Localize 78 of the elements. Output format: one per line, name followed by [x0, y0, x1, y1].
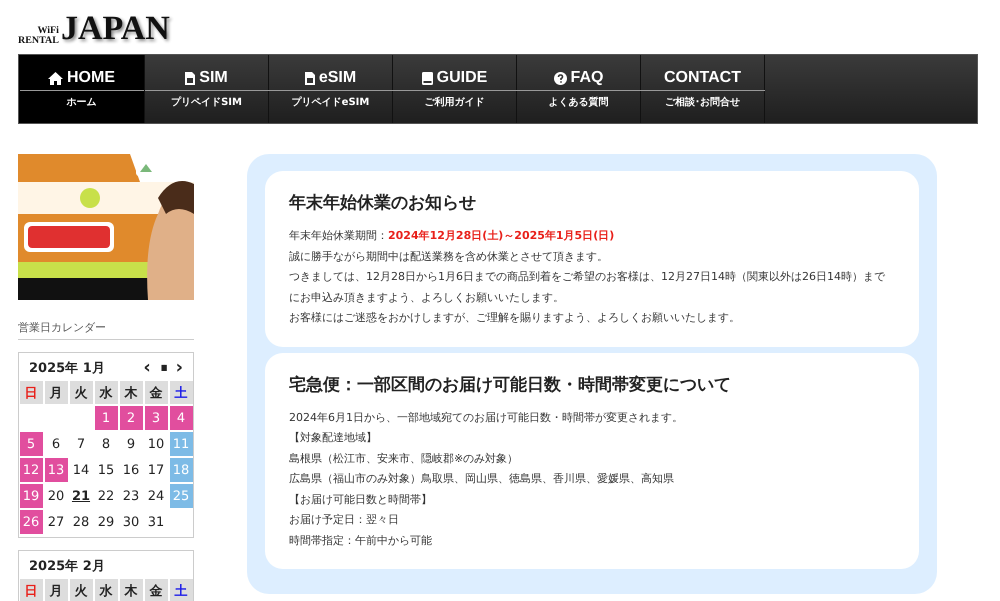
notice-text: 広島県（福山市のみ対象）鳥取県、岡山県、徳島県、香川県、愛媛県、高知県 [289, 471, 675, 487]
calendar-day: 5 [20, 432, 42, 456]
nav-tab[interactable]: SIM プリペイドSIM [145, 55, 269, 123]
calendar-month: 2025年 1月 [29, 360, 105, 377]
calendar-day: 21 [70, 484, 92, 508]
home-icon [48, 72, 63, 84]
nav-tab[interactable]: FAQ よくある質問 [517, 55, 641, 123]
calendar-day: 3 [144, 406, 168, 430]
book-icon [422, 72, 433, 84]
weekday-header: 水 [94, 579, 118, 601]
calendar-day: 6 [44, 432, 68, 456]
weekday-header: 火 [70, 579, 92, 601]
notice-text: 誠に勝手ながら期間中は配送業務を含め休業とさせて頂きます。 [289, 248, 609, 264]
calendar-day: 19 [20, 484, 42, 508]
calendar-day: 11 [170, 432, 192, 456]
nav-tab[interactable]: GUIDE ご利用ガイド [393, 55, 517, 123]
calendar-day: 25 [170, 484, 192, 508]
weekday-header: 水 [94, 381, 118, 404]
notice-text: 【お届け可能日数と時間帯】 [289, 492, 433, 508]
calendar-month: 2025年 2月 [29, 558, 105, 575]
notice-text: つきましては、12月28日から1月6日までの商品到着をご希望のお客様は、12月27日14時（関東以外は26日14時）までにお申込み頂きますよう、よろしくお願いいたします。 [289, 269, 886, 306]
calendar-day: 22 [94, 484, 118, 508]
weekday-header: 火 [70, 381, 92, 404]
calendar-day: 31 [144, 510, 168, 534]
notice-text: お客様にはご迷惑をおかけしますが、ご理解を賜りますよう、よろしくお願いいたします。 [289, 310, 741, 326]
calendar-day: 24 [144, 484, 168, 508]
calendar-day: 16 [120, 458, 142, 482]
calendar-day: 4 [170, 406, 192, 430]
sim-card-icon [304, 72, 315, 84]
notice-text: 【対象配達地域】 [289, 430, 378, 446]
calendar-day: 8 [94, 432, 118, 456]
weekday-header: 月 [44, 381, 68, 404]
weekday-header: 日 [20, 579, 42, 601]
calendar-day: 20 [44, 484, 68, 508]
calendar-day: 1 [94, 406, 118, 430]
weekday-header: 金 [144, 579, 168, 601]
notice-text: 時間帯指定：午前中から可能 [289, 532, 433, 548]
nav-tab[interactable]: CONTACT ご相談･お問合せ [641, 55, 765, 123]
weekday-header: 金 [144, 381, 168, 404]
nav-tab[interactable]: eSIM プリペイドeSIM [269, 55, 393, 123]
help-icon [554, 72, 567, 84]
notice-text: 年末年始休業期間：2024年12月28日(土)～2025年1月5日(日) [289, 228, 616, 244]
sim-card-icon [185, 72, 196, 84]
calendar-day: 14 [70, 458, 92, 482]
weekday-header: 日 [20, 381, 42, 404]
notice-title: 年末年始休業のお知らせ [289, 192, 477, 214]
calendar-day: 9 [120, 432, 142, 456]
calendar-day: 18 [170, 458, 192, 482]
calendar-day: 15 [94, 458, 118, 482]
calendar-day: 26 [20, 510, 42, 534]
weekday-header: 月 [44, 579, 68, 601]
weekday-header: 土 [170, 579, 192, 601]
calendar-day: 17 [144, 458, 168, 482]
calendar-day: 10 [144, 432, 168, 456]
notice-text: 島根県（松江市、安来市、隠岐郡※のみ対象） [289, 450, 520, 466]
notice-title: 宅急便：一部区間のお届け可能日数・時間帯変更について [289, 374, 732, 396]
weekday-header: 木 [120, 381, 142, 404]
calendar-day: 13 [44, 458, 68, 482]
pause-button[interactable]: ▮▮ [158, 359, 168, 377]
logo-text: WiFi [36, 26, 59, 36]
section-heading: 営業日カレンダー [18, 320, 194, 340]
calendar-day: 27 [44, 510, 68, 534]
nav-tab[interactable]: HOME ホーム [19, 55, 145, 123]
calendar-day: 2 [120, 406, 142, 430]
calendar-day: 29 [94, 510, 118, 534]
calendar-day: 7 [70, 432, 92, 456]
weekday-header: 土 [170, 381, 192, 404]
calendar-day: 12 [20, 458, 42, 482]
calendar-day: 28 [70, 510, 92, 534]
calendar-day: 23 [120, 484, 142, 508]
weekday-header: 木 [120, 579, 142, 601]
previous-month-button[interactable]: ‹ [141, 359, 153, 377]
logo-text: JAPAN [60, 12, 170, 46]
logo-text: RENTAL [18, 36, 59, 46]
calendar-day: 30 [120, 510, 142, 534]
notice-text: 2024年6月1日から、一部地域宛てのお届け可能日数・時間帯が変更されます。 [289, 410, 684, 426]
next-month-button[interactable]: › [174, 359, 185, 377]
notice-text: お届け予定日：翌々日 [289, 512, 400, 528]
